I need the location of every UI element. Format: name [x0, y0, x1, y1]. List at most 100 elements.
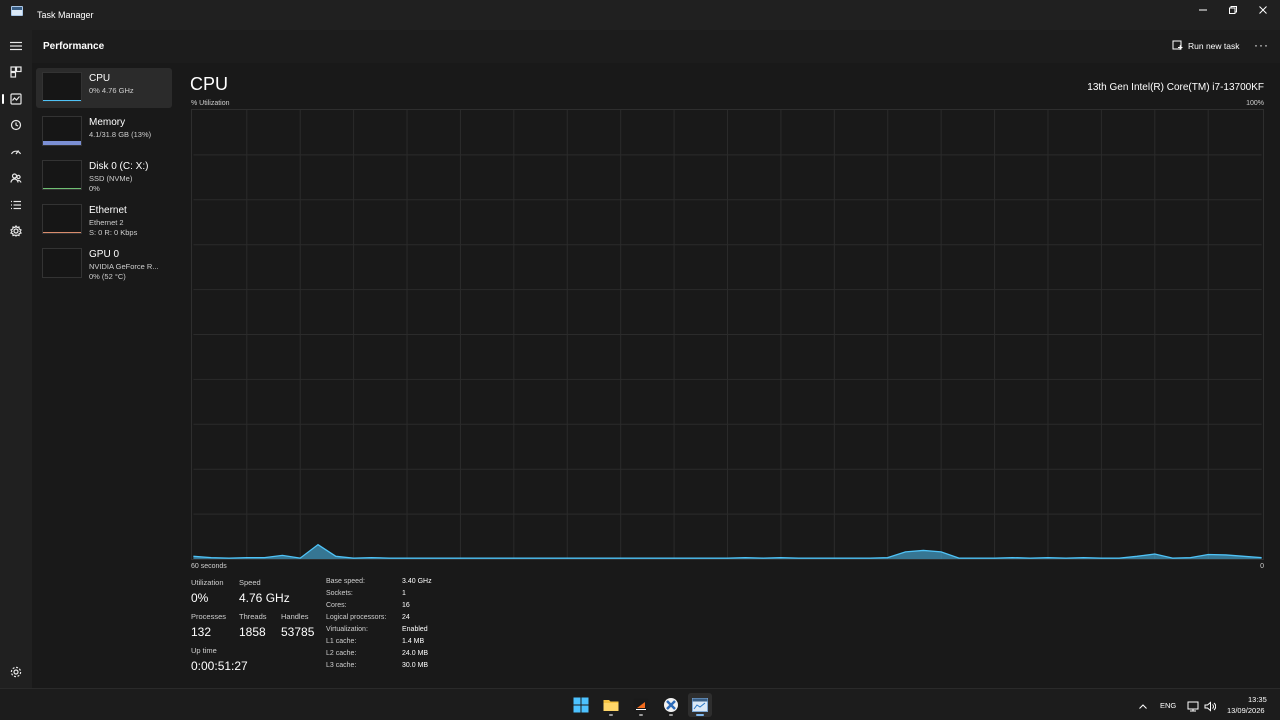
run-new-task-label: Run new task: [1188, 40, 1240, 51]
memory-thumbnail: [42, 116, 82, 146]
handles-value: 53785: [281, 625, 315, 639]
chevron-up-icon: [1139, 704, 1147, 709]
gpu-thumbnail: [42, 248, 82, 278]
volume-button[interactable]: [1204, 699, 1217, 717]
ethernet-thumbnail: [42, 204, 82, 234]
xbox-app-icon: [664, 698, 678, 712]
spec-label: L1 cache:: [326, 638, 357, 645]
active-indicator: [696, 714, 704, 716]
resource-disk[interactable]: Disk 0 (C: X:) SSD (NVMe) 0%: [36, 156, 172, 196]
threads-value: 1858: [239, 625, 266, 639]
spec-value: 24.0 MB: [402, 650, 429, 657]
users-icon: [10, 173, 22, 183]
network-icon: [1187, 701, 1199, 712]
details-icon: [11, 200, 21, 210]
hamburger-icon: [10, 41, 22, 51]
running-indicator: [639, 714, 643, 716]
resource-name: GPU 0: [89, 249, 120, 260]
resource-ethernet[interactable]: Ethernet Ethernet 2 S: 0 R: 0 Kbps: [36, 200, 172, 240]
taskbar-file-explorer[interactable]: [599, 693, 623, 717]
resource-name: Ethernet: [89, 205, 127, 216]
speaker-icon: [1204, 701, 1217, 712]
clock-date[interactable]: 13/09/2026: [1227, 706, 1265, 715]
restore-icon: [1229, 6, 1237, 14]
resource-detail: Ethernet 2: [89, 218, 124, 227]
taskbar-app-media[interactable]: [629, 693, 653, 717]
spec-value: 30.0 MB: [402, 662, 429, 669]
utilization-label: Utilization: [191, 578, 224, 587]
spec-label: Base speed:: [326, 578, 365, 585]
nav-processes[interactable]: [6, 62, 26, 82]
run-task-icon: [1172, 40, 1183, 50]
spec-label: L2 cache:: [326, 650, 357, 657]
taskbar: ENG 13:35 13/09/2026: [0, 688, 1280, 720]
resource-detail: 0%: [89, 184, 100, 193]
nav-services[interactable]: [6, 221, 26, 241]
nav-startup-apps[interactable]: [6, 142, 26, 162]
resource-name: Disk 0 (C: X:): [89, 161, 149, 172]
time-zero-label: 0: [1260, 563, 1264, 570]
task-manager-app-icon: [11, 6, 23, 16]
max-value-label: 100%: [1246, 100, 1264, 107]
spec-value: 24: [402, 614, 410, 621]
show-hidden-icons-button[interactable]: [1138, 699, 1148, 717]
clock-time[interactable]: 13:35: [1248, 695, 1267, 704]
spec-label: Logical processors:: [326, 614, 387, 621]
running-indicator: [609, 714, 613, 716]
resource-gpu[interactable]: GPU 0 NVIDIA GeForce R... 0% (52 °C): [36, 244, 172, 284]
performance-icon: [10, 93, 22, 105]
resource-detail: 0% (52 °C): [89, 272, 126, 281]
more-options-button[interactable]: ···: [1254, 38, 1269, 52]
window-title: Task Manager: [37, 10, 94, 20]
close-button[interactable]: [1248, 0, 1278, 20]
hamburger-menu-button[interactable]: [6, 36, 26, 56]
startup-icon: [10, 150, 22, 155]
resource-name: Memory: [89, 117, 126, 128]
gear-icon: [10, 666, 22, 678]
history-icon: [10, 119, 22, 131]
taskbar-app-xbox[interactable]: [659, 693, 683, 717]
media-app-icon: [633, 698, 649, 712]
nav-users[interactable]: [6, 168, 26, 188]
resource-memory[interactable]: Memory 4.1/31.8 GB (13%): [36, 112, 172, 152]
resource-detail: NVIDIA GeForce R...: [89, 262, 159, 271]
processes-label: Processes: [191, 612, 227, 621]
spec-value: 16: [402, 602, 410, 609]
page-title: Performance: [43, 41, 105, 52]
resource-cpu[interactable]: CPU 0% 4.76 GHz: [36, 68, 172, 108]
time-range-label: 60 seconds: [191, 563, 227, 570]
nav-app-history[interactable]: [6, 115, 26, 135]
spec-label: Virtualization:: [326, 626, 368, 633]
running-indicator: [669, 714, 673, 716]
navigation-rail: [0, 30, 32, 688]
handles-label: Handles: [281, 612, 309, 621]
services-icon: [10, 225, 22, 237]
spec-label: L3 cache:: [326, 662, 357, 669]
network-button[interactable]: [1187, 699, 1199, 717]
close-icon: [1259, 6, 1267, 14]
content-area: Performance Run new task ··· CPU 0% 4.76…: [32, 30, 1280, 688]
task-manager-icon: [692, 698, 708, 712]
restore-button[interactable]: [1218, 0, 1248, 20]
speed-value: 4.76 GHz: [239, 591, 290, 605]
resource-list: CPU 0% 4.76 GHz Memory 4.1/31.8 GB (13%)…: [36, 68, 172, 288]
nav-performance[interactable]: [2, 89, 26, 109]
spec-value: 1: [402, 590, 406, 597]
folder-icon: [603, 700, 619, 711]
cpu-thumbnail: [42, 72, 82, 102]
resource-detail: SSD (NVMe): [89, 174, 133, 183]
cpu-utilization-graph: [191, 109, 1264, 560]
title-bar: Task Manager: [0, 0, 1280, 30]
minimize-button[interactable]: [1188, 0, 1218, 20]
run-new-task-button[interactable]: Run new task: [1172, 40, 1240, 51]
language-indicator[interactable]: ENG: [1160, 701, 1176, 710]
start-button[interactable]: [569, 693, 593, 717]
windows-logo-icon: [573, 697, 589, 713]
taskbar-task-manager[interactable]: [688, 693, 712, 717]
resource-detail: 0% 4.76 GHz: [89, 86, 134, 95]
page-header: Performance Run new task ···: [32, 30, 1280, 63]
uptime-label: Up time: [191, 646, 217, 655]
utilization-value: 0%: [191, 591, 209, 605]
nav-details[interactable]: [6, 195, 26, 215]
nav-settings[interactable]: [6, 662, 26, 682]
